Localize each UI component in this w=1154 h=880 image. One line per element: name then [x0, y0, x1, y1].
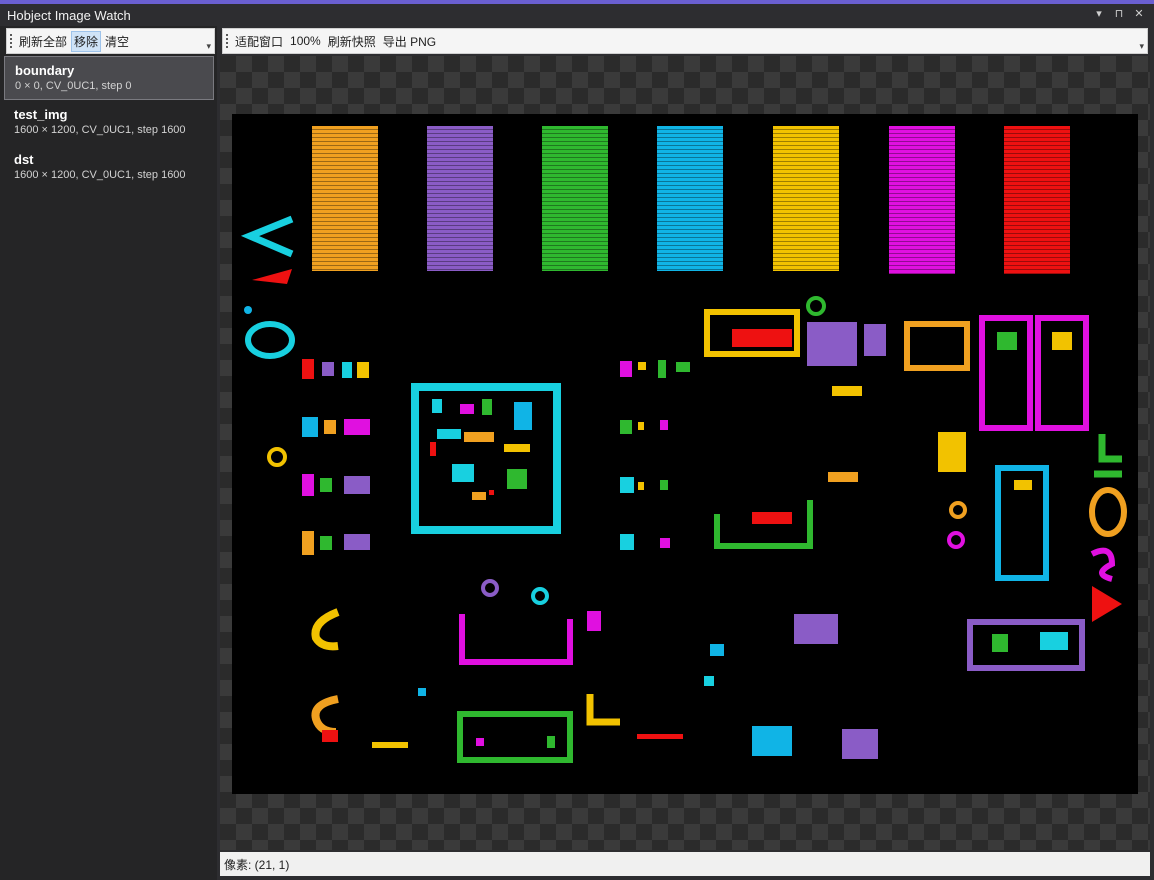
region-ring [806, 296, 826, 316]
region-glyph [311, 695, 339, 736]
region-blob [1014, 480, 1032, 490]
image-viewport[interactable] [220, 56, 1150, 850]
region-blob [418, 688, 426, 696]
image-view [240, 126, 1127, 763]
image-canvas[interactable] [232, 114, 1138, 794]
region-blob-group [430, 399, 532, 500]
region-blob [587, 611, 601, 631]
close-icon[interactable]: ✕ [1132, 6, 1146, 22]
toolbar-overflow-icon[interactable]: ▾ [1139, 41, 1144, 52]
region-blob [637, 734, 683, 739]
region-frame [904, 321, 970, 371]
variable-item-dst[interactable]: dst 1600 × 1200, CV_0UC1, step 1600 [4, 146, 214, 190]
region-ring [531, 587, 549, 605]
variable-list: boundary 0 × 0, CV_0UC1, step 0 test_img… [4, 56, 214, 191]
region-ring [245, 321, 295, 359]
region-ring [1089, 487, 1127, 537]
region-ring [481, 579, 499, 597]
region-blob [832, 386, 862, 396]
region-arrow [252, 269, 292, 284]
variable-panel: 刷新全部 移除 清空 ▾ boundary 0 × 0, CV_0UC1, st… [0, 26, 217, 880]
region-blob [794, 614, 838, 644]
region-blob [322, 730, 338, 742]
region-blob [864, 324, 886, 356]
variable-item-test-img[interactable]: test_img 1600 × 1200, CV_0UC1, step 1600 [4, 101, 214, 145]
region-arrow [1092, 586, 1122, 622]
variable-toolbar: 刷新全部 移除 清空 ▾ [6, 28, 215, 54]
region-blob [372, 742, 408, 748]
toolbar-grip-icon[interactable] [226, 34, 228, 48]
region-blob [1052, 332, 1072, 350]
region-blob [732, 329, 792, 347]
region-glyph [586, 694, 620, 726]
pixel-coordinate-readout: 像素: (21, 1) [224, 857, 290, 872]
status-bar: 像素: (21, 1) [220, 852, 1150, 876]
fit-window-button[interactable]: 适配窗口 [232, 31, 286, 52]
variable-description: 0 × 0, CV_0UC1, step 0 [15, 80, 132, 92]
region-blob [1040, 632, 1068, 650]
region-glyph [1094, 434, 1122, 478]
toolbar-overflow-icon[interactable]: ▾ [206, 41, 211, 52]
region-ring [267, 447, 287, 467]
pin-icon[interactable]: ⊓ [1112, 6, 1126, 22]
region-glyph [1090, 547, 1116, 582]
zoom-100-button[interactable]: 100% [287, 32, 324, 50]
refresh-snapshot-button[interactable]: 刷新快照 [325, 31, 379, 52]
region-glyph [311, 608, 340, 651]
region-blob-group [302, 359, 370, 555]
window-controls: ▾ ⊓ ✕ [1092, 6, 1146, 22]
region-blob [752, 726, 792, 756]
region-blob [752, 512, 792, 524]
variable-name: boundary [15, 63, 75, 78]
region-chevron [240, 215, 294, 258]
region-blob [704, 676, 714, 686]
region-ring [949, 501, 967, 519]
region-ring [947, 531, 965, 549]
export-png-button[interactable]: 导出 PNG [380, 31, 439, 52]
variable-name: dst [14, 152, 34, 167]
region-dot [244, 306, 252, 314]
region-blob [828, 472, 858, 482]
window-title: Hobject Image Watch [7, 7, 131, 23]
region-blob [476, 738, 484, 746]
variable-name: test_img [14, 107, 68, 122]
dropdown-menu-icon[interactable]: ▾ [1092, 6, 1106, 22]
refresh-all-button[interactable]: 刷新全部 [16, 31, 70, 52]
region-blob [710, 644, 724, 656]
remove-button[interactable]: 移除 [71, 30, 102, 52]
region-blob [807, 322, 857, 366]
region-blob [997, 332, 1017, 350]
toolbar-grip-icon[interactable] [10, 34, 12, 48]
region-blob [547, 736, 555, 748]
variable-item-boundary[interactable]: boundary 0 × 0, CV_0UC1, step 0 [4, 56, 214, 100]
region-blob-group [620, 360, 690, 550]
region-blob [992, 634, 1008, 652]
region-frame [459, 614, 573, 665]
variable-description: 1600 × 1200, CV_0UC1, step 1600 [14, 169, 186, 181]
variable-description: 1600 × 1200, CV_0UC1, step 1600 [14, 124, 186, 136]
window-titlebar[interactable]: Hobject Image Watch ▾ ⊓ ✕ [0, 4, 1154, 26]
region-blob [842, 729, 878, 759]
region-blob [938, 432, 966, 472]
clear-button[interactable]: 清空 [102, 31, 132, 52]
image-toolbar: 适配窗口 100% 刷新快照 导出 PNG ▾ [222, 28, 1148, 54]
